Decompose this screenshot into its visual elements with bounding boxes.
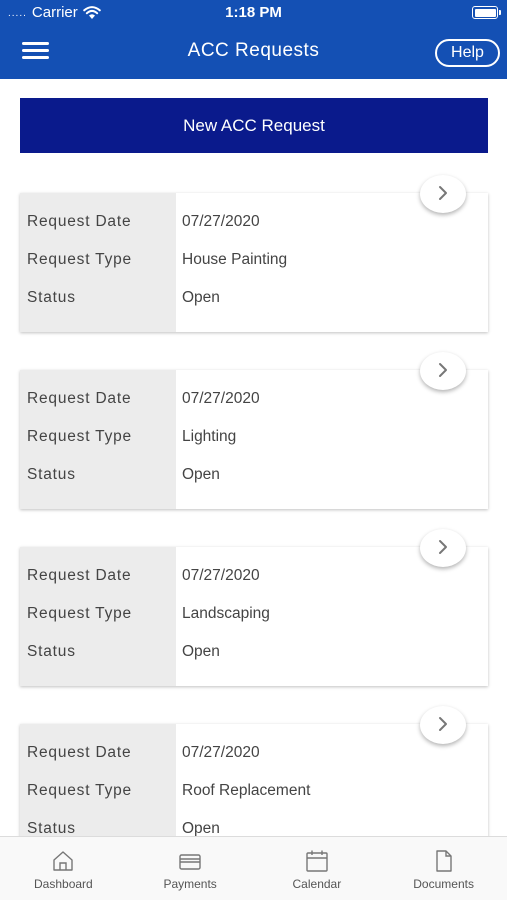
request-type-value: Roof Replacement	[182, 782, 311, 799]
home-icon	[53, 851, 74, 871]
battery-icon	[472, 6, 501, 19]
request-date-value: 07/27/2020	[182, 390, 260, 407]
chevron-right-icon[interactable]	[420, 529, 466, 567]
chevron-right-icon[interactable]	[420, 706, 466, 744]
request-type-label: Request Type	[27, 428, 132, 445]
request-type-label: Request Type	[27, 251, 132, 268]
label-column: Request Date Request Type Status	[20, 193, 176, 332]
status-time: 1:18 PM	[225, 4, 282, 21]
status-value: Open	[182, 289, 220, 306]
request-date-label: Request Date	[27, 213, 132, 230]
tab-calendar[interactable]: Calendar	[254, 837, 381, 900]
status-label: Status	[27, 820, 76, 836]
label-column: Request Date Request Type Status	[20, 370, 176, 509]
request-type-value: House Painting	[182, 251, 288, 268]
status-value: Open	[182, 466, 220, 483]
label-column: Request Date Request Type Status	[20, 724, 176, 836]
tab-label: Payments	[163, 877, 217, 891]
status-label: Status	[27, 643, 76, 660]
request-date-value: 07/27/2020	[182, 744, 260, 761]
document-icon	[435, 850, 452, 872]
credit-card-icon	[179, 854, 201, 870]
tab-payments[interactable]: Payments	[127, 837, 254, 900]
navigation-bar: ..... Carrier 1:18 PM ACC Requests Help	[0, 0, 507, 79]
status-bar: ..... Carrier 1:18 PM	[0, 0, 507, 26]
request-date-label: Request Date	[27, 744, 132, 761]
request-type-label: Request Type	[27, 782, 132, 799]
request-list[interactable]: Request Date Request Type Status 07/27/2…	[0, 160, 507, 836]
request-date-label: Request Date	[27, 567, 132, 584]
status-value: Open	[182, 643, 220, 660]
request-type-label: Request Type	[27, 605, 132, 622]
chevron-right-icon[interactable]	[420, 175, 466, 213]
status-label: Status	[27, 466, 76, 483]
request-date-value: 07/27/2020	[182, 567, 260, 584]
status-value: Open	[182, 820, 220, 836]
new-acc-request-button[interactable]: New ACC Request	[20, 98, 488, 153]
tab-bar: Dashboard Payments Calendar Documents	[0, 836, 507, 900]
tab-label: Calendar	[292, 877, 342, 891]
tab-label: Documents	[413, 877, 474, 891]
request-date-value: 07/27/2020	[182, 213, 260, 230]
request-card[interactable]: Request Date Request Type Status 07/27/2…	[20, 529, 488, 686]
request-card[interactable]: Request Date Request Type Status 07/27/2…	[20, 175, 488, 332]
request-type-value: Lighting	[182, 428, 237, 445]
tab-dashboard[interactable]: Dashboard	[0, 837, 127, 900]
tab-label: Dashboard	[34, 877, 93, 891]
page-title: ACC Requests	[187, 40, 320, 61]
label-column: Request Date Request Type Status	[20, 547, 176, 686]
request-card[interactable]: Request Date Request Type Status 07/27/2…	[20, 706, 488, 836]
request-date-label: Request Date	[27, 390, 132, 407]
help-button[interactable]: Help	[435, 39, 500, 67]
calendar-icon	[306, 850, 328, 872]
status-label: Status	[27, 289, 76, 306]
tab-documents[interactable]: Documents	[380, 837, 507, 900]
request-type-value: Landscaping	[182, 605, 270, 622]
request-card[interactable]: Request Date Request Type Status 07/27/2…	[20, 352, 488, 509]
chevron-right-icon[interactable]	[420, 352, 466, 390]
